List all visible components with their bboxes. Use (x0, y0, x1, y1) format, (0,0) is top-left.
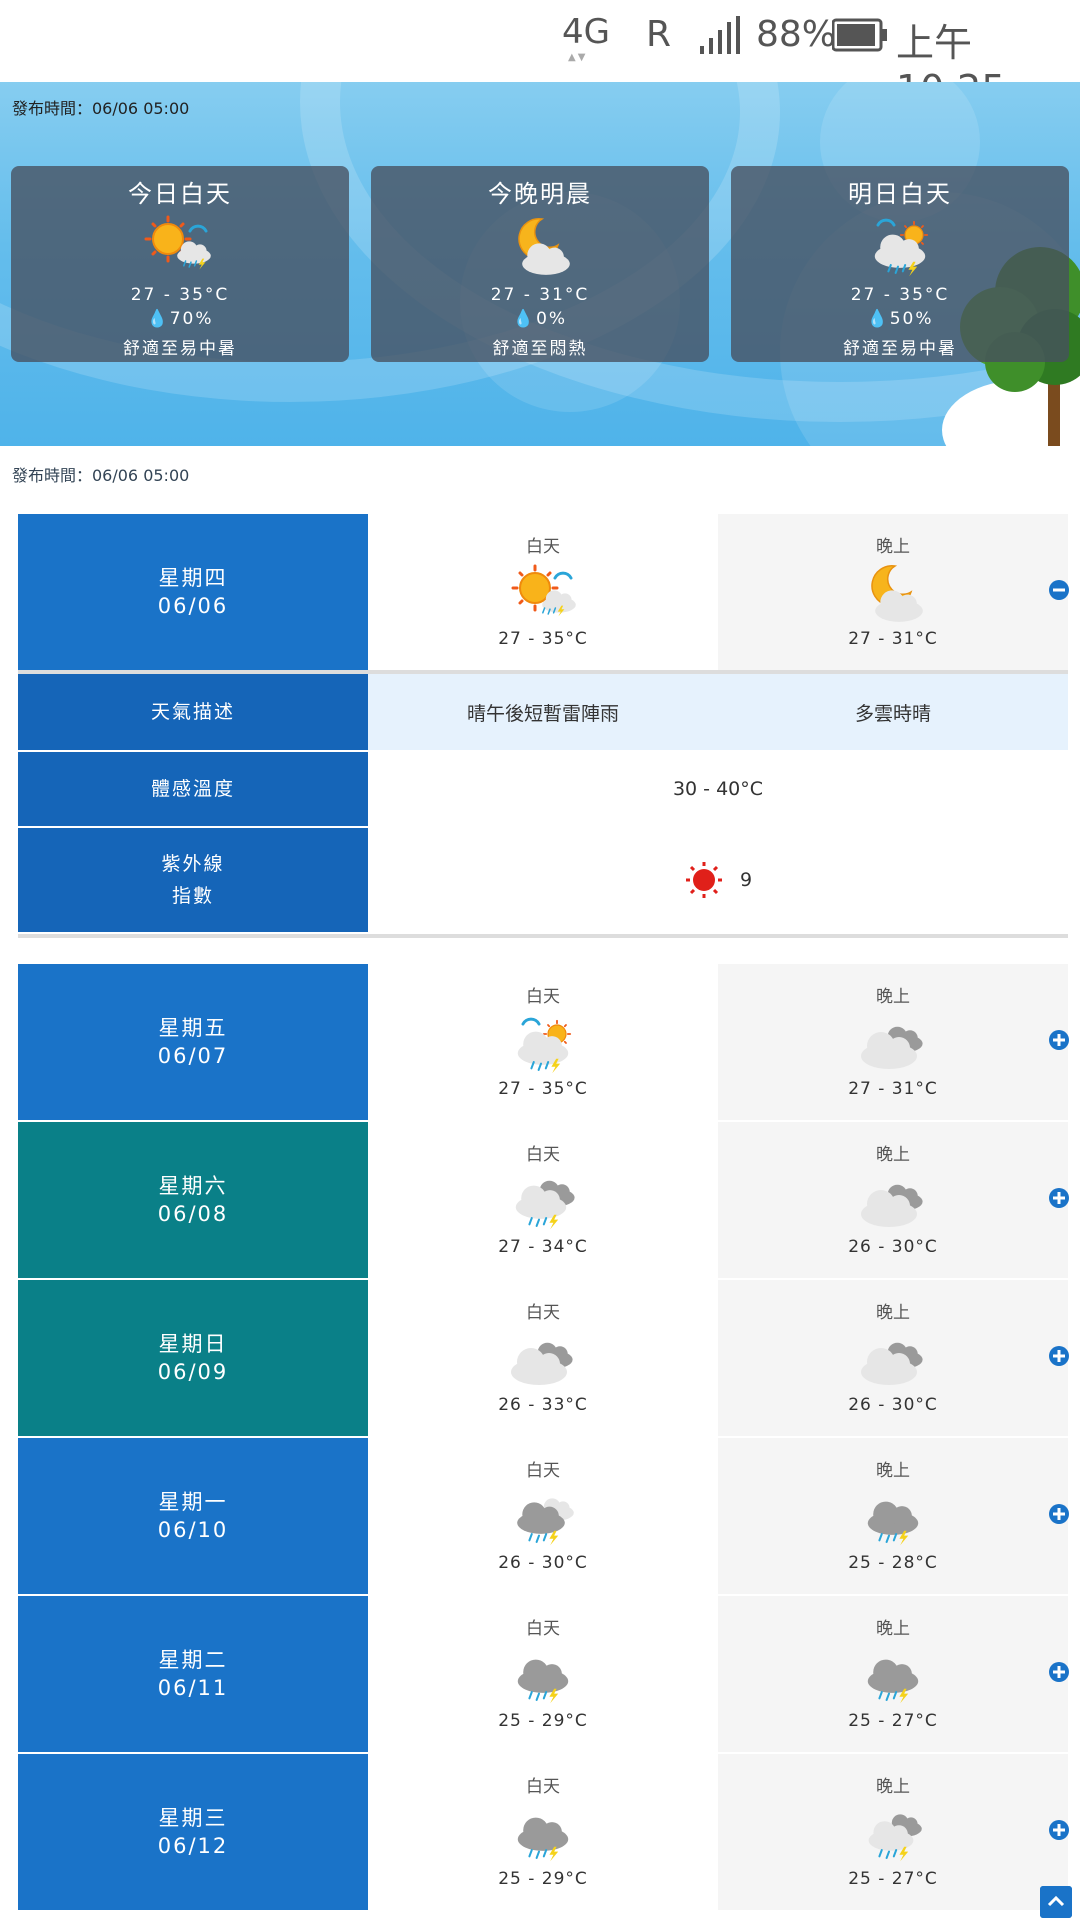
expand-icon[interactable] (1048, 1345, 1070, 1367)
card-title: 今晚明晨 (488, 180, 592, 208)
card-rain: 💧0% (512, 309, 568, 329)
uv-sun-icon (685, 862, 722, 898)
week-publish-time: 發布時間：06/06 05:00 (12, 466, 190, 485)
forecast-card-today[interactable]: 今日白天 27 - 35°C 💧70% 舒適至易中暑 (11, 166, 349, 362)
dark-cloud-thunder-rain-icon (517, 1659, 569, 1705)
moon-cloud-icon (518, 218, 570, 275)
dark-cloud-thunder-rain-icon (517, 1498, 574, 1547)
collapse-icon[interactable] (1048, 579, 1070, 601)
expand-icon[interactable] (1048, 1503, 1070, 1525)
hero-banner: 發布時間：06/06 05:00 今日白天 27 - 35°C 💧70% 舒適至… (0, 82, 1080, 446)
day-row[interactable]: 星期五 06/07 白天 27 - 35°C 晚上 27 - 31°C (18, 964, 1068, 1120)
cloudy-icon (861, 1342, 923, 1385)
battery-icon (832, 18, 887, 52)
card-rain: 💧50% (866, 309, 934, 329)
day-row[interactable]: 星期六 06/08 白天 27 - 34°C 晚上 26 - 30°C (18, 1122, 1068, 1278)
cloudy-icon (861, 1184, 923, 1227)
cloud-sun-thunder-icon (517, 1017, 572, 1075)
forecast-card-tonight[interactable]: 今晚明晨 27 - 31°C 💧0% 舒適至悶熱 (371, 166, 709, 362)
signal-icon (700, 16, 740, 54)
expand-icon[interactable] (1048, 1187, 1070, 1209)
dark-cloud-thunder-rain-icon (867, 1659, 919, 1705)
feels-like-row: 體感溫度 30 - 40°C (18, 752, 1068, 826)
card-comfort: 舒適至易中暑 (123, 339, 237, 359)
day-row[interactable]: 星期二 06/11 白天 25 - 29°C 晚上 25 - 27°C (18, 1596, 1068, 1752)
hero-publish-time: 發布時間：06/06 05:00 (12, 99, 190, 118)
day-cell: 白天 27 - 35°C (368, 514, 718, 670)
dark-cloud-thunder-rain-icon (867, 1501, 919, 1547)
card-comfort: 舒適至悶熱 (492, 339, 588, 359)
raindrop-icon: 💧 (512, 309, 537, 329)
card-title: 今日白天 (128, 180, 232, 208)
cloudy-icon (861, 1026, 923, 1069)
cloudy-icon (511, 1342, 573, 1385)
day-label: 星期四 06/06 (18, 514, 368, 670)
cloud-thunder-rain-icon (515, 1180, 575, 1231)
night-cell: 晚上 27 - 31°C (718, 514, 1068, 670)
sun-cloud-thunder-icon (511, 564, 576, 618)
sun-cloud-thunder-icon (144, 215, 211, 271)
status-bar: 4G▲▼ R 88% 上午10:25 (0, 0, 1080, 111)
roaming-indicator: R (646, 14, 672, 55)
card-temp: 27 - 35°C (850, 285, 950, 305)
raindrop-icon: 💧 (146, 309, 170, 329)
dark-cloud-thunder-rain-icon (517, 1817, 569, 1863)
raindrop-icon: 💧 (866, 309, 890, 329)
weather-description-row: 天氣描述 晴午後短暫雷陣雨 多雲時晴 (18, 674, 1068, 750)
network-type: 4G ▲▼ (562, 12, 610, 63)
card-title: 明日白天 (848, 180, 952, 208)
card-temp: 27 - 35°C (130, 285, 230, 305)
day-row[interactable]: 星期三 06/12 白天 25 - 29°C 晚上 25 - 27°C (18, 1754, 1068, 1910)
expand-icon[interactable] (1048, 1819, 1070, 1841)
divider (18, 934, 1068, 938)
cloud-thunder-rain-icon (868, 1814, 922, 1863)
uv-index-row: 紫外線 指數 9 (18, 828, 1068, 932)
expand-icon[interactable] (1048, 1029, 1070, 1051)
scroll-to-top-icon[interactable] (1040, 1886, 1072, 1918)
moon-cloud-icon (871, 565, 923, 622)
battery-percent: 88% (756, 14, 837, 55)
day-row[interactable]: 星期日 06/09 白天 26 - 33°C 晚上 26 - 30°C (18, 1280, 1068, 1436)
day-row[interactable]: 星期四 06/06 白天 27 - 35°C 晚上 27 - 31°C (18, 514, 1068, 670)
cloud-sun-thunder-icon (874, 218, 929, 278)
card-rain: 💧70% (146, 309, 214, 329)
day-row[interactable]: 星期一 06/10 白天 26 - 30°C 晚上 25 - 28°C (18, 1438, 1068, 1594)
expand-icon[interactable] (1048, 1661, 1070, 1683)
card-temp: 27 - 31°C (490, 285, 590, 305)
card-comfort: 舒適至易中暑 (843, 339, 957, 359)
forecast-card-tomorrow[interactable]: 明日白天 27 - 35°C 💧50% 舒適至易中暑 (731, 166, 1069, 362)
